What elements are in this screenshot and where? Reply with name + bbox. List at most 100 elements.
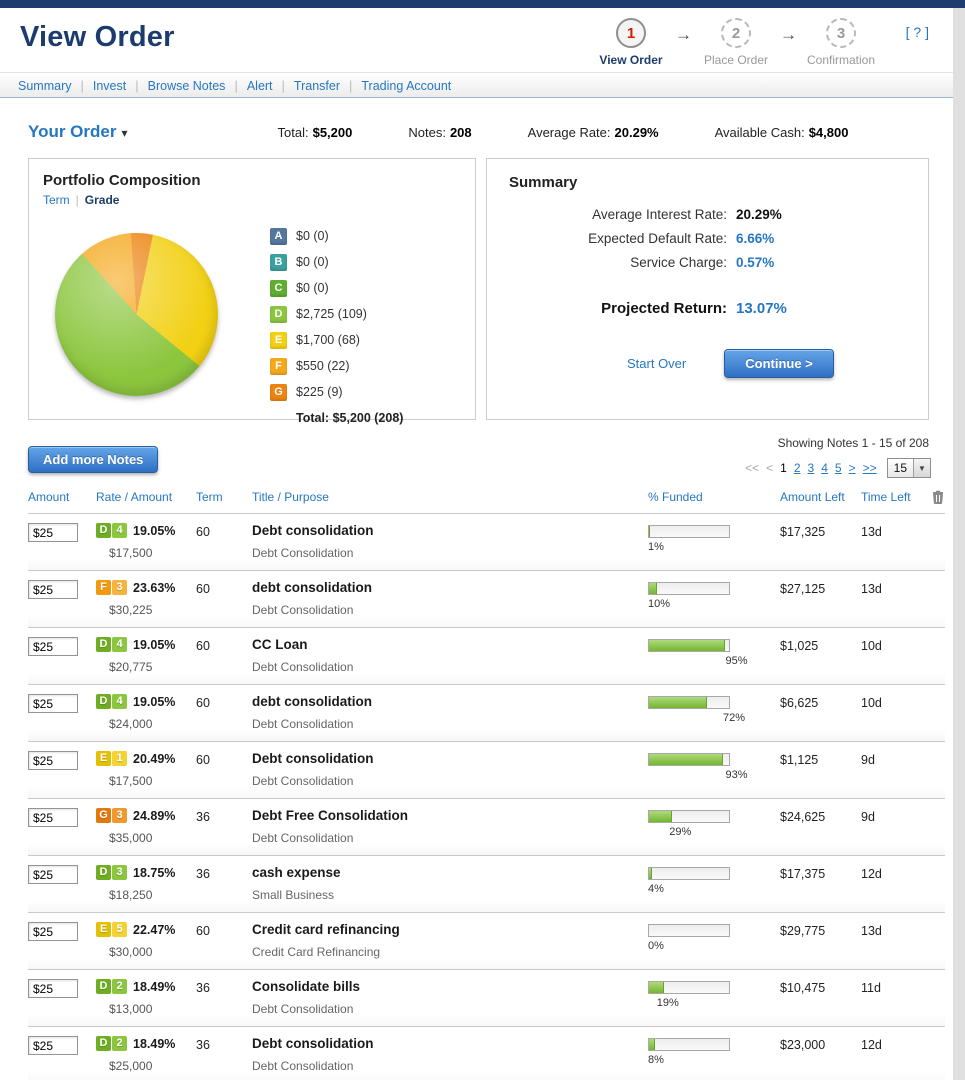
- grade-letter: G: [96, 808, 111, 823]
- note-rate: 24.89%: [133, 809, 175, 823]
- nav-invest[interactable]: Invest: [93, 79, 126, 93]
- continue-button[interactable]: Continue >: [724, 349, 834, 378]
- amount-input[interactable]: [28, 922, 78, 941]
- step-1-label: View Order: [589, 53, 673, 67]
- pagination-page-2[interactable]: 2: [794, 461, 801, 475]
- summary-panel-title: Summary: [509, 174, 906, 191]
- note-title-link[interactable]: debt consolidation: [252, 694, 638, 709]
- time-left-value: 11d: [861, 979, 923, 1016]
- start-over-link[interactable]: Start Over: [627, 356, 686, 371]
- header-title-purpose[interactable]: Title / Purpose: [252, 490, 638, 507]
- funded-bar: [648, 981, 730, 994]
- table-row: D4 19.05% $20,775 60 CC Loan Debt Consol…: [28, 628, 945, 685]
- note-title-link[interactable]: Credit card refinancing: [252, 922, 638, 937]
- pagination-prev[interactable]: <: [766, 461, 773, 475]
- funded-percent-label: 72%: [723, 712, 773, 724]
- step-3-label: Confirmation: [799, 53, 883, 67]
- note-title-link[interactable]: Debt consolidation: [252, 1036, 638, 1051]
- note-title-link[interactable]: Debt consolidation: [252, 523, 638, 538]
- stat-available-cash: Available Cash:$4,800: [715, 125, 849, 140]
- tab-grade[interactable]: Grade: [85, 193, 120, 207]
- pagination-last[interactable]: >>: [863, 461, 877, 475]
- page-size-select[interactable]: 15 ▼: [887, 458, 931, 478]
- add-more-notes-button[interactable]: Add more Notes: [28, 446, 158, 473]
- page: View Order 1 View Order → 2 Place Order …: [0, 0, 953, 1080]
- header-amount[interactable]: Amount: [28, 490, 96, 507]
- grade-badge: D4: [96, 523, 127, 538]
- pagination-page-3[interactable]: 3: [808, 461, 815, 475]
- note-purpose: Credit Card Refinancing: [252, 945, 638, 959]
- grade-badge: D3: [96, 865, 127, 880]
- amount-input[interactable]: [28, 580, 78, 599]
- loan-amount: $17,500: [109, 774, 196, 788]
- grade-subgrade: 3: [112, 865, 127, 880]
- step-1-circle: 1: [616, 18, 646, 48]
- header-amount-left[interactable]: Amount Left: [773, 490, 861, 507]
- legend-grade-swatch: C: [270, 280, 287, 297]
- pagination: << < 1 2 3 4 5 > >> 15 ▼: [738, 458, 931, 478]
- legend-grade-swatch: F: [270, 358, 287, 375]
- note-purpose: Debt Consolidation: [252, 660, 638, 674]
- header-funded[interactable]: % Funded: [638, 490, 773, 507]
- header-rate-amount[interactable]: Rate / Amount: [96, 490, 196, 507]
- note-purpose: Debt Consolidation: [252, 717, 638, 731]
- note-title-link[interactable]: CC Loan: [252, 637, 638, 652]
- funded-percent-label: 1%: [648, 541, 773, 553]
- tab-separator: |: [70, 193, 85, 207]
- note-rate: 22.47%: [133, 923, 175, 937]
- note-rate: 19.05%: [133, 695, 175, 709]
- pagination-first[interactable]: <<: [745, 461, 759, 475]
- nav-browse-notes[interactable]: Browse Notes: [148, 79, 226, 93]
- amount-input[interactable]: [28, 1036, 78, 1055]
- header-term[interactable]: Term: [196, 490, 252, 507]
- nav-summary[interactable]: Summary: [18, 79, 71, 93]
- pagination-page-1[interactable]: 1: [780, 461, 787, 475]
- average-interest-rate-value: 20.29%: [736, 207, 782, 222]
- help-link[interactable]: [ ? ]: [906, 24, 929, 40]
- grade-badge: D2: [96, 979, 127, 994]
- amount-left-value: $17,375: [773, 865, 861, 902]
- amount-input[interactable]: [28, 865, 78, 884]
- funded-bar-fill: [649, 1039, 655, 1050]
- amount-input[interactable]: [28, 694, 78, 713]
- note-title-link[interactable]: Consolidate bills: [252, 979, 638, 994]
- note-title-link[interactable]: Debt Free Consolidation: [252, 808, 638, 823]
- grade-letter: E: [96, 922, 111, 937]
- pagination-page-5[interactable]: 5: [835, 461, 842, 475]
- funded-bar: [648, 696, 730, 709]
- funded-bar: [648, 1038, 730, 1051]
- trash-icon[interactable]: [932, 490, 944, 507]
- amount-left-value: $1,025: [773, 637, 861, 674]
- nav-alert[interactable]: Alert: [247, 79, 273, 93]
- amount-input[interactable]: [28, 979, 78, 998]
- nav-trading-account[interactable]: Trading Account: [361, 79, 451, 93]
- note-title-link[interactable]: debt consolidation: [252, 580, 638, 595]
- time-left-value: 13d: [861, 922, 923, 959]
- funded-bar: [648, 639, 730, 652]
- legend-label: $1,700 (68): [296, 333, 360, 347]
- funded-percent-label: 29%: [669, 826, 773, 838]
- note-term: 60: [196, 751, 252, 788]
- grade-badge: F3: [96, 580, 127, 595]
- pagination-next[interactable]: >: [849, 461, 856, 475]
- your-order-dropdown[interactable]: Your Order▾: [28, 122, 128, 142]
- table-row: E5 22.47% $30,000 60 Credit card refinan…: [28, 913, 945, 970]
- funded-bar-fill: [649, 868, 652, 879]
- amount-input[interactable]: [28, 523, 78, 542]
- amount-input[interactable]: [28, 808, 78, 827]
- grade-subgrade: 2: [112, 979, 127, 994]
- step-arrow-icon: →: [780, 25, 797, 45]
- note-rate: 18.75%: [133, 866, 175, 880]
- amount-input[interactable]: [28, 751, 78, 770]
- table-row: G3 24.89% $35,000 36 Debt Free Consolida…: [28, 799, 945, 856]
- amount-input[interactable]: [28, 637, 78, 656]
- tab-term[interactable]: Term: [43, 193, 70, 207]
- nav-transfer[interactable]: Transfer: [294, 79, 340, 93]
- note-term: 60: [196, 523, 252, 560]
- grade-badge: G3: [96, 808, 127, 823]
- note-title-link[interactable]: cash expense: [252, 865, 638, 880]
- pagination-page-4[interactable]: 4: [821, 461, 828, 475]
- note-title-link[interactable]: Debt consolidation: [252, 751, 638, 766]
- header-time-left[interactable]: Time Left: [861, 490, 923, 507]
- loan-amount: $30,000: [109, 945, 196, 959]
